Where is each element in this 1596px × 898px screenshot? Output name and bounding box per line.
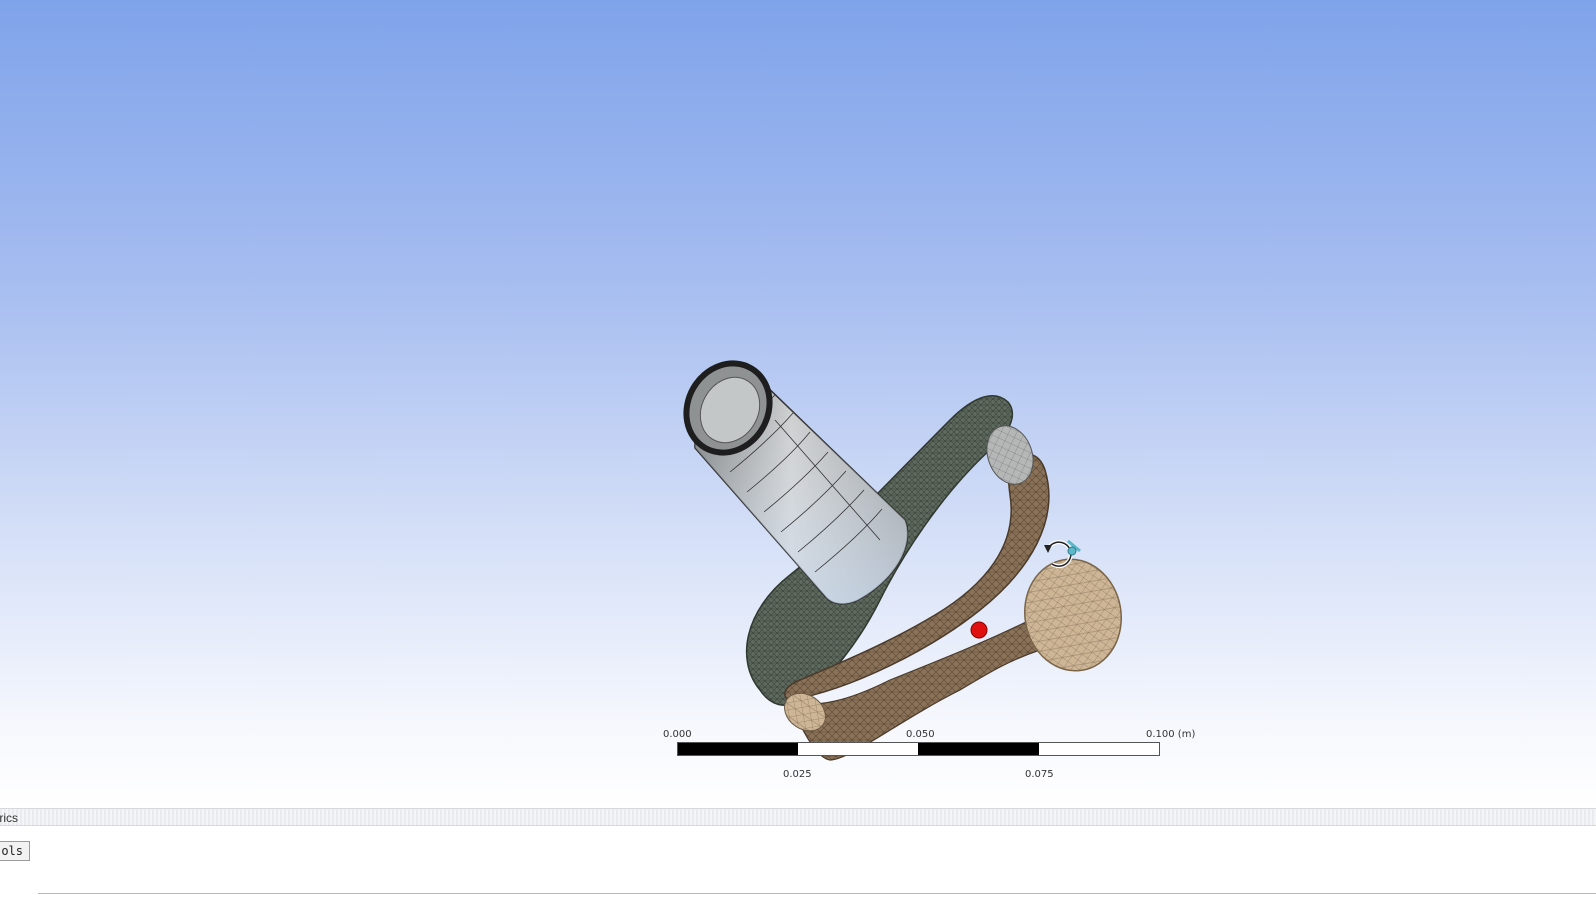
panel-title: trics [0, 811, 18, 825]
scale-label-0: 0.000 [663, 729, 692, 740]
mesh-model-view[interactable] [0, 0, 1596, 808]
scale-segment-2 [798, 743, 918, 755]
scale-label-075: 0.075 [1025, 769, 1054, 780]
panel-header[interactable]: trics [0, 808, 1596, 826]
application-window: 0.000 0.050 0.100 (m) 0.025 0.075 trics … [0, 0, 1596, 898]
scale-segment-4 [1039, 743, 1159, 755]
scale-segment-1 [678, 743, 798, 755]
graphics-viewport[interactable]: 0.000 0.050 0.100 (m) 0.025 0.075 [0, 0, 1596, 808]
mesh-end-face[interactable] [1016, 552, 1130, 679]
scale-label-025: 0.025 [783, 769, 812, 780]
scale-segment-3 [918, 743, 1039, 755]
panel-divider [38, 893, 1596, 894]
scale-bar [677, 742, 1160, 756]
scale-label-100: 0.100 (m) [1146, 729, 1196, 740]
probe-point-marker[interactable] [970, 621, 988, 639]
scale-label-050: 0.050 [906, 729, 935, 740]
tools-button[interactable]: ols [0, 841, 30, 861]
lower-panel: trics ols [0, 808, 1596, 898]
